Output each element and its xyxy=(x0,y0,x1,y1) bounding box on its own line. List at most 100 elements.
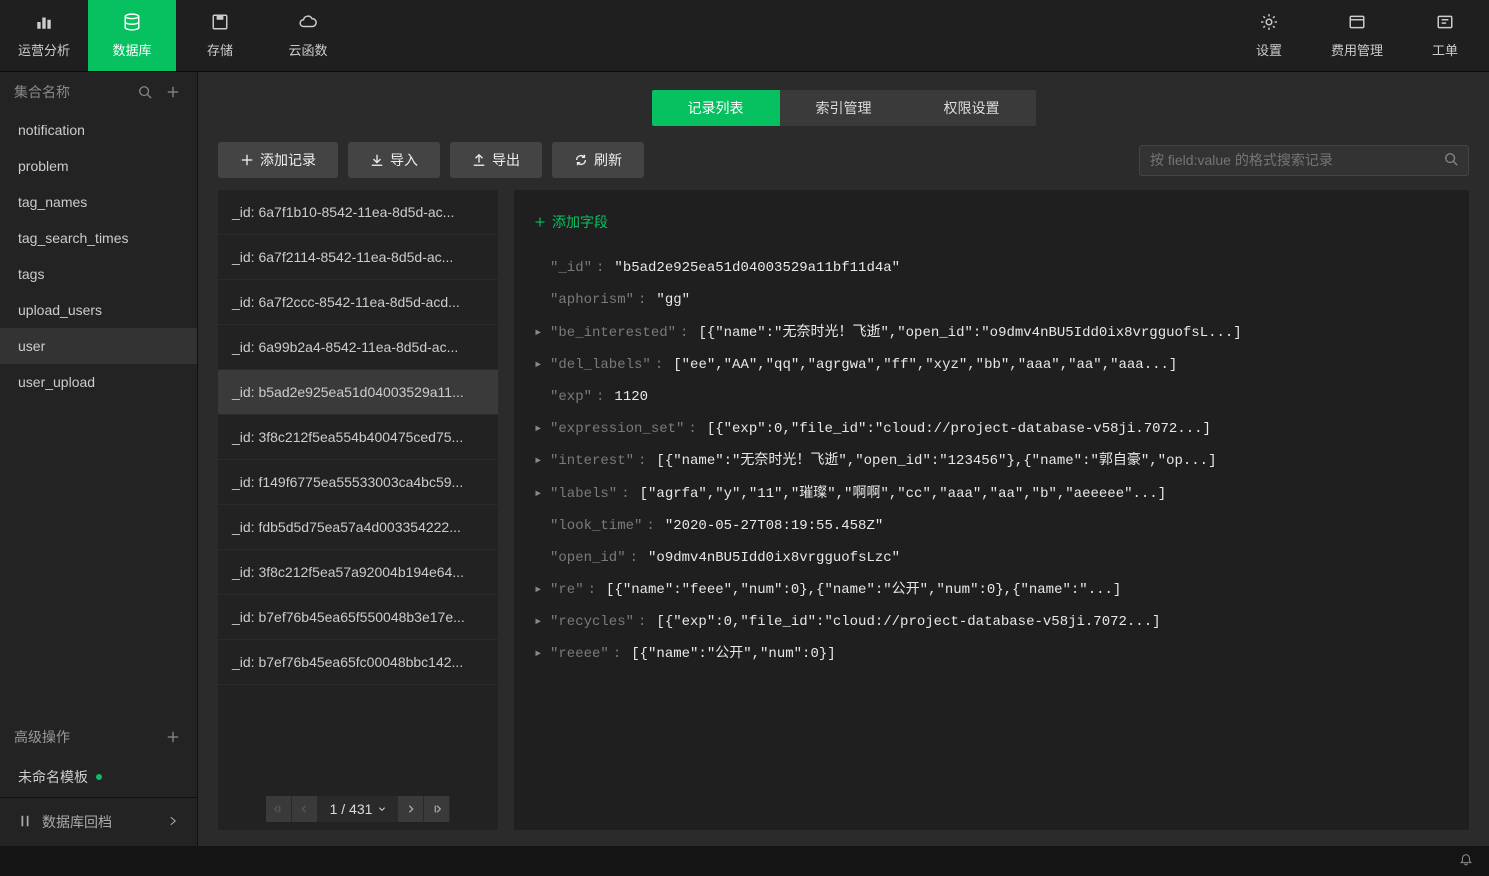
field-row[interactable]: "look_time": "2020-05-27T08:19:55.458Z" xyxy=(534,510,1449,542)
search-box[interactable] xyxy=(1139,145,1469,176)
field-row[interactable]: "_id": "b5ad2e925ea51d04003529a11bf11d4a… xyxy=(534,252,1449,284)
nav-database[interactable]: 数据库 xyxy=(88,0,176,71)
page-last-button[interactable] xyxy=(424,796,450,822)
nav-label: 运营分析 xyxy=(18,40,70,59)
field-value: [{"name":"feee","num":0},{"name":"公开","n… xyxy=(606,574,1121,606)
search-input[interactable] xyxy=(1150,152,1444,168)
field-row[interactable]: ▸"be_interested": [{"name":"无奈时光！飞逝","op… xyxy=(534,317,1449,349)
record-item[interactable]: _id: b5ad2e925ea51d04003529a11... xyxy=(218,370,498,415)
nav-analytics[interactable]: 运营分析 xyxy=(0,0,88,71)
field-key: "look_time" xyxy=(550,510,642,542)
sidebar-footer[interactable]: 数据库回档 xyxy=(0,797,197,846)
nav-cloudfn[interactable]: 云函数 xyxy=(264,0,352,71)
tab-indexes[interactable]: 索引管理 xyxy=(780,90,908,126)
nav-storage[interactable]: 存储 xyxy=(176,0,264,71)
bell-icon[interactable] xyxy=(1459,853,1473,870)
field-key: "recycles" xyxy=(550,606,634,638)
tab-permissions[interactable]: 权限设置 xyxy=(908,90,1036,126)
collection-item-user[interactable]: user xyxy=(0,328,197,364)
field-row[interactable]: ▸"labels": ["agrfa","y","11","璀璨","啊啊","… xyxy=(534,478,1449,510)
field-value: "gg" xyxy=(656,284,690,316)
field-row[interactable]: "aphorism": "gg" xyxy=(534,284,1449,316)
rollback-icon xyxy=(18,814,32,831)
field-row[interactable]: ▸"del_labels": ["ee","AA","qq","agrgwa",… xyxy=(534,349,1449,381)
add-record-label: 添加记录 xyxy=(260,150,316,170)
field-key: "be_interested" xyxy=(550,317,676,349)
status-bar xyxy=(0,846,1489,876)
field-row[interactable]: "open_id": "o9dmv4nBU5Idd0ix8vrgguofsLzc… xyxy=(534,542,1449,574)
add-field-button[interactable]: 添加字段 xyxy=(534,206,608,238)
expand-caret-icon[interactable]: ▸ xyxy=(534,349,546,381)
record-item[interactable]: _id: 3f8c212f5ea554b400475ced75... xyxy=(218,415,498,460)
add-record-button[interactable]: 添加记录 xyxy=(218,142,338,178)
toolbar: 添加记录 导入 导出 刷新 xyxy=(198,138,1489,190)
collection-item-tag_search_times[interactable]: tag_search_times xyxy=(0,220,197,256)
expand-caret-icon[interactable]: ▸ xyxy=(534,638,546,670)
add-advanced-icon[interactable] xyxy=(163,727,183,747)
field-row[interactable]: "exp": 1120 xyxy=(534,381,1449,413)
search-icon[interactable] xyxy=(135,82,155,102)
collection-item-tag_names[interactable]: tag_names xyxy=(0,184,197,220)
field-row[interactable]: ▸"expression_set": [{"exp":0,"file_id":"… xyxy=(534,413,1449,445)
sidebar-title: 集合名称 xyxy=(14,82,127,102)
gear-icon xyxy=(1260,13,1278,34)
nav-ticket[interactable]: 工单 xyxy=(1401,0,1489,71)
nav-billing[interactable]: 费用管理 xyxy=(1313,0,1401,71)
export-label: 导出 xyxy=(492,150,520,170)
chevron-right-icon xyxy=(167,814,179,830)
record-item[interactable]: _id: b7ef76b45ea65fc00048bbc142... xyxy=(218,640,498,685)
record-item[interactable]: _id: f149f6775ea55533003ca4bc59... xyxy=(218,460,498,505)
bar-chart-icon xyxy=(35,13,53,34)
nav-label: 设置 xyxy=(1256,40,1282,59)
record-item[interactable]: _id: fdb5d5d75ea57a4d003354222... xyxy=(218,505,498,550)
expand-caret-icon[interactable]: ▸ xyxy=(534,574,546,606)
status-dot-icon xyxy=(96,774,102,780)
collection-item-notification[interactable]: notification xyxy=(0,112,197,148)
add-collection-icon[interactable] xyxy=(163,82,183,102)
expand-caret-icon[interactable]: ▸ xyxy=(534,317,546,349)
window-icon xyxy=(1348,13,1366,34)
expand-caret-icon[interactable]: ▸ xyxy=(534,478,546,510)
field-row[interactable]: ▸"reeee": [{"name":"公开","num":0}] xyxy=(534,638,1449,670)
record-item[interactable]: _id: 6a7f2ccc-8542-11ea-8d5d-acd... xyxy=(218,280,498,325)
search-icon[interactable] xyxy=(1444,152,1458,169)
tab-records[interactable]: 记录列表 xyxy=(652,90,780,126)
field-key: "re" xyxy=(550,574,584,606)
field-key: "_id" xyxy=(550,252,592,284)
field-value: "o9dmv4nBU5Idd0ix8vrgguofsLzc" xyxy=(648,542,900,574)
nav-settings[interactable]: 设置 xyxy=(1225,0,1313,71)
collection-item-upload_users[interactable]: upload_users xyxy=(0,292,197,328)
record-item[interactable]: _id: 6a99b2a4-8542-11ea-8d5d-ac... xyxy=(218,325,498,370)
collection-item-problem[interactable]: problem xyxy=(0,148,197,184)
data-area: _id: 6a7f1b10-8542-11ea-8d5d-ac..._id: 6… xyxy=(198,190,1489,846)
field-row[interactable]: ▸"re": [{"name":"feee","num":0},{"name":… xyxy=(534,574,1449,606)
field-row[interactable]: ▸"interest": [{"name":"无奈时光！飞逝","open_id… xyxy=(534,445,1449,477)
field-row[interactable]: ▸"recycles": [{"exp":0,"file_id":"cloud:… xyxy=(534,606,1449,638)
database-icon xyxy=(123,13,141,34)
collection-item-user_upload[interactable]: user_upload xyxy=(0,364,197,400)
expand-caret-icon[interactable]: ▸ xyxy=(534,606,546,638)
page-info[interactable]: 1 / 431 xyxy=(318,796,399,822)
top-nav: 运营分析数据库存储云函数 设置 费用管理工单 xyxy=(0,0,1489,72)
page-first-button[interactable] xyxy=(266,796,292,822)
refresh-button[interactable]: 刷新 xyxy=(552,142,644,178)
sidebar: 集合名称 notificationproblemtag_namestag_sea… xyxy=(0,72,198,846)
record-item[interactable]: _id: b7ef76b45ea65f550048b3e17e... xyxy=(218,595,498,640)
expand-caret-icon[interactable]: ▸ xyxy=(534,413,546,445)
advanced-section: 高级操作 xyxy=(0,717,197,757)
import-button[interactable]: 导入 xyxy=(348,142,440,178)
save-icon xyxy=(211,13,229,34)
record-item[interactable]: _id: 6a7f1b10-8542-11ea-8d5d-ac... xyxy=(218,190,498,235)
export-button[interactable]: 导出 xyxy=(450,142,542,178)
record-item[interactable]: _id: 3f8c212f5ea57a92004b194e64... xyxy=(218,550,498,595)
field-key: "expression_set" xyxy=(550,413,684,445)
collection-item-tags[interactable]: tags xyxy=(0,256,197,292)
expand-caret-icon[interactable]: ▸ xyxy=(534,445,546,477)
template-item[interactable]: 未命名模板 xyxy=(0,757,197,797)
footer-label: 数据库回档 xyxy=(42,812,112,832)
page-next-button[interactable] xyxy=(398,796,424,822)
record-item[interactable]: _id: 6a7f2114-8542-11ea-8d5d-ac... xyxy=(218,235,498,280)
field-value: [{"exp":0,"file_id":"cloud://project-dat… xyxy=(656,606,1160,638)
page-prev-button[interactable] xyxy=(292,796,318,822)
content: 记录列表索引管理权限设置 添加记录 导入 导出 刷新 xyxy=(198,72,1489,846)
